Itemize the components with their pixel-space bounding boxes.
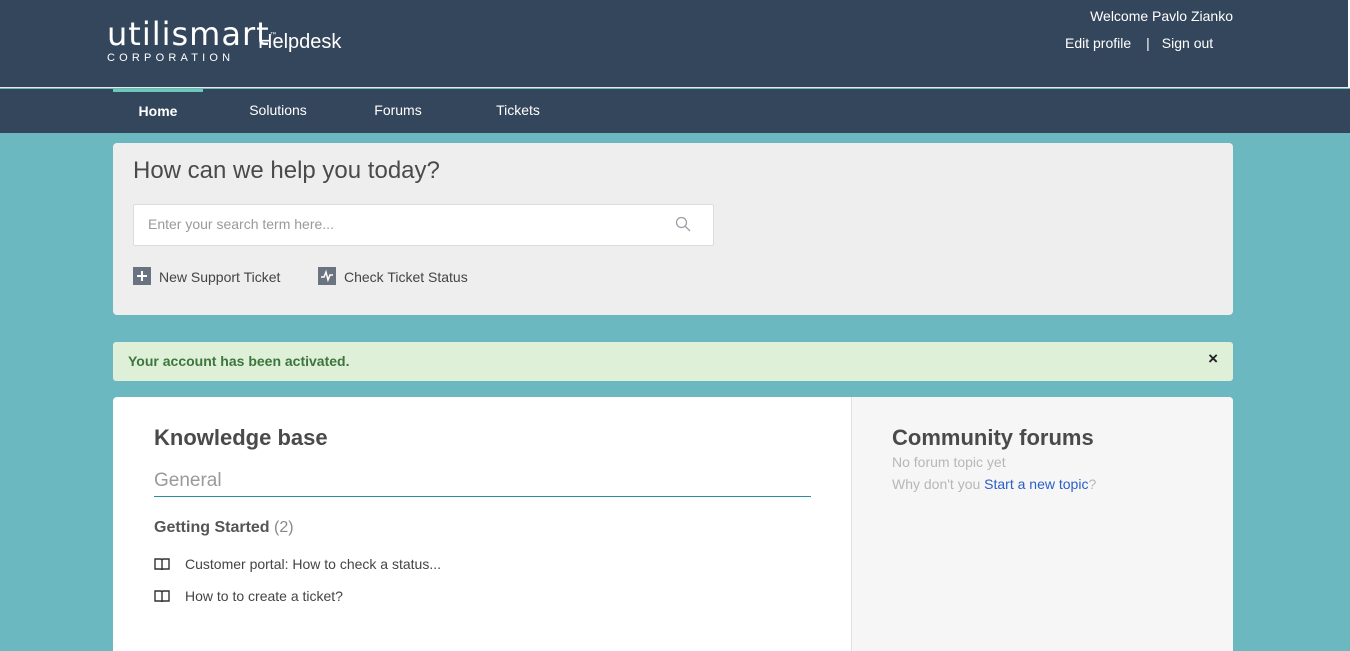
utilismart-logo[interactable]: utilismart™ CORPORATION bbox=[107, 18, 279, 64]
kb-article-title: How to to create a ticket? bbox=[185, 588, 343, 604]
content-panel: Knowledge base General Getting Started (… bbox=[113, 397, 1233, 651]
kb-folder-getting-started[interactable]: Getting Started (2) bbox=[154, 519, 294, 537]
kb-folder-name: Getting Started bbox=[154, 519, 270, 536]
kb-article-item[interactable]: How to to create a ticket? bbox=[154, 588, 343, 604]
nav-tab-tickets[interactable]: Tickets bbox=[473, 89, 563, 133]
sign-out-link[interactable]: Sign out bbox=[1162, 35, 1213, 51]
pulse-icon bbox=[318, 267, 336, 285]
main-nav: Home Solutions Forums Tickets bbox=[0, 89, 1350, 133]
knowledge-base-title[interactable]: Knowledge base bbox=[154, 425, 328, 451]
knowledge-base-section: Knowledge base General Getting Started (… bbox=[113, 397, 851, 651]
search-box[interactable] bbox=[133, 204, 714, 246]
kb-article-title: Customer portal: How to check a status..… bbox=[185, 556, 441, 572]
community-forums-title[interactable]: Community forums bbox=[892, 425, 1094, 451]
new-support-ticket-label: New Support Ticket bbox=[159, 269, 281, 285]
book-icon bbox=[154, 558, 170, 571]
logo-subtitle: CORPORATION bbox=[107, 52, 235, 64]
plus-icon bbox=[133, 267, 151, 285]
search-input[interactable] bbox=[148, 205, 668, 243]
search-panel: How can we help you today? New Support T… bbox=[113, 143, 1233, 315]
forum-prompt-suffix: ? bbox=[1088, 476, 1097, 492]
close-icon[interactable]: × bbox=[1208, 349, 1218, 369]
kb-article-item[interactable]: Customer portal: How to check a status..… bbox=[154, 556, 441, 572]
helpdesk-title: Helpdesk bbox=[258, 31, 342, 53]
search-icon[interactable] bbox=[675, 216, 691, 232]
search-heading: How can we help you today? bbox=[133, 157, 440, 184]
logo-name: utilismart bbox=[107, 15, 270, 53]
start-new-topic-link[interactable]: Start a new topic bbox=[984, 476, 1088, 492]
kb-folder-count: (2) bbox=[274, 519, 294, 536]
user-links-separator: | bbox=[1146, 35, 1150, 51]
check-ticket-status-label: Check Ticket Status bbox=[344, 269, 468, 285]
edit-profile-link[interactable]: Edit profile bbox=[1065, 35, 1131, 51]
activation-alert: Your account has been activated. × bbox=[113, 342, 1233, 381]
community-forums-section: Community forums No forum topic yet Why … bbox=[851, 397, 1233, 651]
kb-category-general[interactable]: General bbox=[154, 470, 811, 497]
nav-tab-home[interactable]: Home bbox=[113, 89, 203, 133]
logo-wordmark: utilismart™ bbox=[107, 18, 279, 50]
new-support-ticket-link[interactable]: New Support Ticket bbox=[133, 267, 280, 285]
check-ticket-status-link[interactable]: Check Ticket Status bbox=[318, 267, 468, 285]
alert-message: Your account has been activated. bbox=[128, 353, 350, 369]
site-header: utilismart™ CORPORATION Helpdesk Welcome… bbox=[0, 0, 1350, 88]
book-icon bbox=[154, 590, 170, 603]
user-links: Edit profile | Sign out bbox=[1065, 35, 1213, 51]
forum-prompt-prefix: Why don't you bbox=[892, 476, 981, 492]
forum-new-topic-prompt: Why don't you Start a new topic? bbox=[892, 476, 1096, 492]
nav-tab-forums[interactable]: Forums bbox=[353, 89, 443, 133]
welcome-message: Welcome Pavlo Zianko bbox=[1090, 8, 1233, 24]
forum-empty-message: No forum topic yet bbox=[892, 454, 1006, 470]
nav-tab-solutions[interactable]: Solutions bbox=[233, 89, 323, 133]
